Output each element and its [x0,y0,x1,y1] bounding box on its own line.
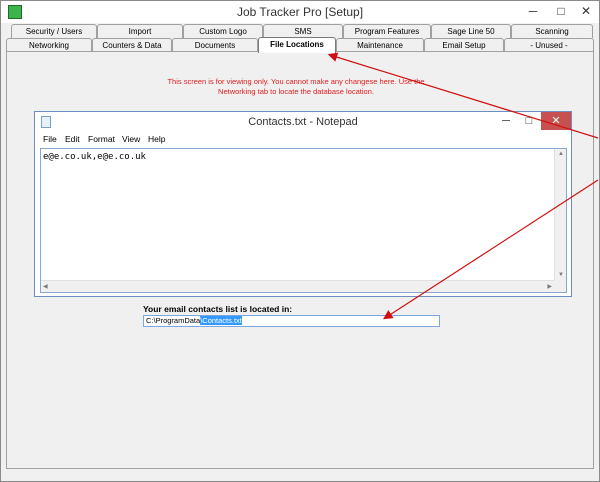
menu-format[interactable]: Format [88,134,115,144]
vertical-scrollbar[interactable]: ▲ ▼ [554,149,566,280]
notepad-title: Contacts.txt - Notepad [248,116,358,128]
notepad-maximize-button[interactable]: □ [518,112,540,130]
notepad-window: Contacts.txt - Notepad ─ □ ✕ File Edit F… [34,111,572,297]
menu-view[interactable]: View [122,134,140,144]
title-bar: Job Tracker Pro [Setup] ─ □ ✕ [1,1,599,23]
maximize-button[interactable]: □ [547,1,575,21]
tab-documents[interactable]: Documents [172,38,258,52]
tab-scanning[interactable]: Scanning [511,24,593,38]
menu-help[interactable]: Help [148,134,165,144]
scroll-left-icon[interactable]: ◀ [43,283,48,290]
tab-email-setup[interactable]: Email Setup [424,38,504,52]
location-path-selected: \Contacts.txt [200,316,242,325]
notepad-close-button[interactable]: ✕ [541,112,571,130]
notepad-text-area[interactable]: e@e.co.uk,e@e.co.uk ▲ ▼ ◀ ▶ [40,148,567,293]
notepad-minimize-button[interactable]: ─ [495,112,517,130]
location-path-prefix: C:\ProgramData [146,316,201,325]
tab-sms[interactable]: SMS [263,24,343,38]
scroll-down-icon[interactable]: ▼ [558,272,564,278]
tab-program-features[interactable]: Program Features [343,24,431,38]
contacts-location-field[interactable]: C:\ProgramData\Contacts.txt [143,315,440,327]
contacts-location-label: Your email contacts list is located in: [143,304,293,314]
minimize-button[interactable]: ─ [519,1,547,21]
scroll-right-icon[interactable]: ▶ [547,283,552,290]
contacts-text: e@e.co.uk,e@e.co.uk [43,152,146,162]
menu-file[interactable]: File [43,134,57,144]
close-button[interactable]: ✕ [573,1,599,21]
tab-security-users[interactable]: Security / Users [11,24,97,38]
tab-file-locations[interactable]: File Locations [258,37,336,53]
tab-sage-line-50[interactable]: Sage Line 50 [431,24,511,38]
menu-edit[interactable]: Edit [65,134,80,144]
tab-import[interactable]: Import [97,24,183,38]
scroll-up-icon[interactable]: ▲ [558,151,564,157]
tab-networking[interactable]: Networking [6,38,92,52]
tab-custom-logo[interactable]: Custom Logo [183,24,263,38]
notepad-menu-bar: File Edit Format View Help [35,132,571,148]
notepad-title-bar: Contacts.txt - Notepad ─ □ ✕ [35,112,571,132]
horizontal-scrollbar[interactable]: ◀ ▶ [41,280,554,292]
tab-counters-data[interactable]: Counters & Data [92,38,172,52]
job-tracker-window: Job Tracker Pro [Setup] ─ □ ✕ Security /… [0,0,600,482]
scroll-corner [554,280,566,292]
tab-unused[interactable]: - Unused - [504,38,594,52]
window-title: Job Tracker Pro [Setup] [236,5,364,19]
tab-maintenance[interactable]: Maintenance [336,38,424,52]
view-only-notice: This screen is for viewing only. You can… [167,77,425,96]
